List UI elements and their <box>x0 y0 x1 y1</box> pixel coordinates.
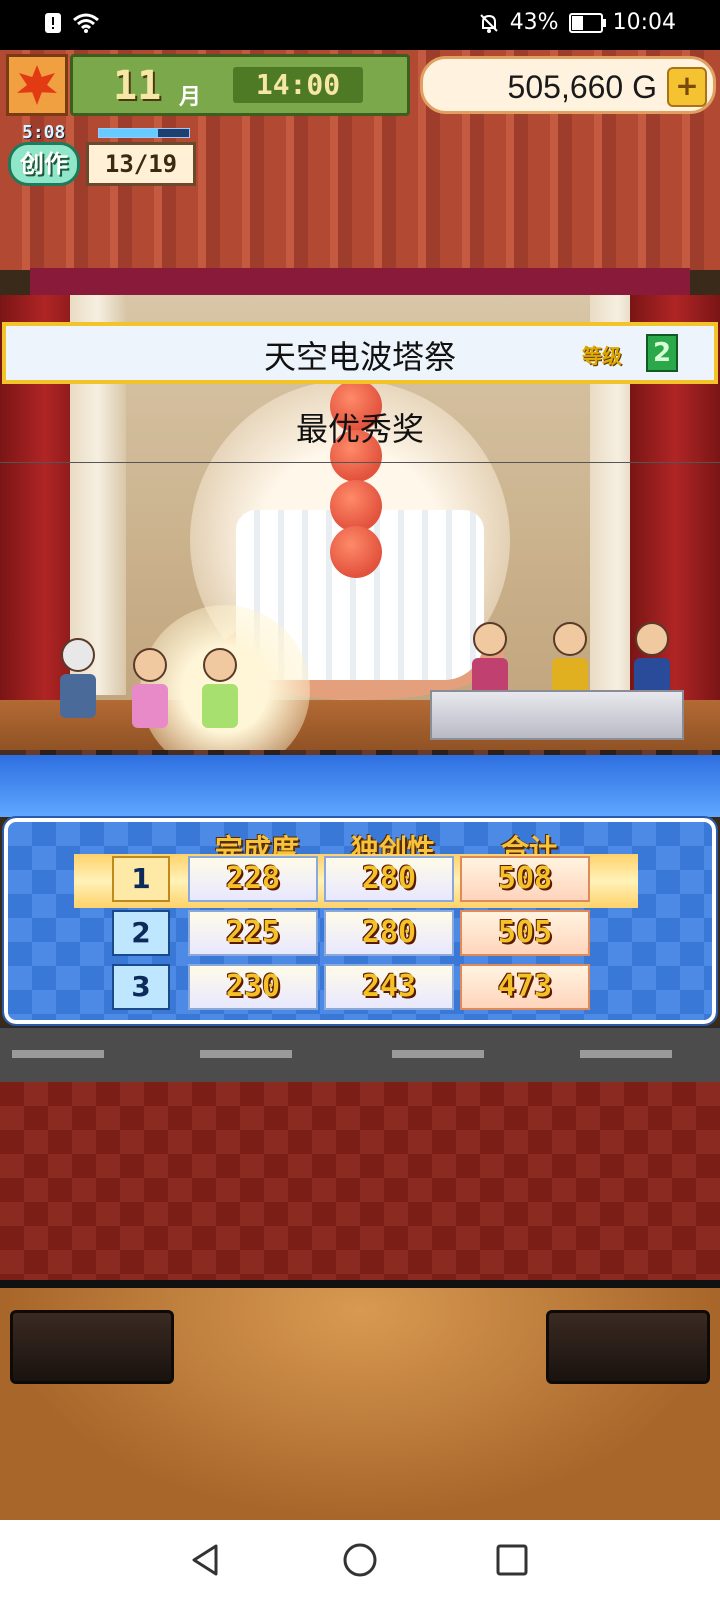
staff-character[interactable] <box>200 648 240 728</box>
judges-table <box>430 690 684 740</box>
strawberry <box>330 480 382 532</box>
chef-character[interactable] <box>58 638 98 718</box>
wifi-icon <box>73 13 99 33</box>
level-value: 2 <box>646 334 678 372</box>
red-carpet <box>0 1082 720 1280</box>
completion-cell: 225 <box>188 910 318 956</box>
game-clock: 14:00 <box>233 67 363 103</box>
status-bar: 43% 10:04 <box>0 0 720 50</box>
originality-cell: 243 <box>324 964 454 1010</box>
season-icon-box[interactable] <box>6 54 68 116</box>
month-label: 月 <box>179 85 202 110</box>
create-timer: 5:08 <box>22 122 66 143</box>
home-icon[interactable] <box>340 1540 380 1580</box>
score-panel: 完成度 独创性 合计 1 228 280 508 2 225 280 505 3… <box>2 816 718 1026</box>
divider <box>0 1280 720 1288</box>
completion-cell: 230 <box>188 964 318 1010</box>
battery-percent: 43% <box>509 10 559 35</box>
staff-character[interactable] <box>130 648 170 728</box>
right-speaker <box>546 1310 710 1384</box>
originality-cell: 280 <box>324 856 454 902</box>
rank-cell: 3 <box>112 964 170 1010</box>
level-label: 等级 <box>582 344 622 368</box>
battery-icon <box>568 12 606 33</box>
mute-bell-icon <box>479 13 498 33</box>
money-value: 505,660 G <box>507 69 657 105</box>
add-money-button[interactable]: + <box>667 67 707 107</box>
score-row: 1 228 280 508 <box>8 856 720 910</box>
create-progress-fill <box>99 129 158 137</box>
back-icon[interactable] <box>186 1540 226 1580</box>
navigation-bar <box>0 1520 720 1600</box>
date-panel: 11 月 14:00 <box>70 54 410 116</box>
rank-cell: 2 <box>112 910 170 956</box>
rank-cell: 1 <box>112 856 170 902</box>
road-dash <box>392 1050 484 1058</box>
road <box>0 1026 720 1084</box>
game-screen[interactable]: 11 月 14:00 505,660 G + 5:08 创作 13/19 天空电… <box>0 50 720 1520</box>
bottom-stage <box>0 1288 720 1520</box>
originality-cell: 280 <box>324 910 454 956</box>
maple-leaf-icon <box>17 65 57 105</box>
battery-fill <box>571 15 583 30</box>
total-cell: 508 <box>460 856 590 902</box>
strawberry <box>330 526 382 578</box>
create-label: 创作 <box>8 142 80 186</box>
total-cell: 505 <box>460 910 590 956</box>
create-count: 13/19 <box>86 142 196 186</box>
score-row: 3 230 243 473 <box>8 964 720 1018</box>
create-progress-bar <box>98 128 190 138</box>
alert-icon <box>45 13 61 33</box>
total-cell: 473 <box>460 964 590 1010</box>
money-panel: 505,660 G + <box>420 56 716 114</box>
road-dash <box>200 1050 292 1058</box>
event-banner: 天空电波塔祭 等级 2 <box>2 322 718 384</box>
clock-time: 10:04 <box>612 10 676 35</box>
left-speaker <box>10 1310 174 1384</box>
create-status[interactable]: 5:08 创作 13/19 <box>8 122 196 188</box>
month-number: 11 <box>113 63 162 109</box>
award-title: 最优秀奖 <box>295 410 424 448</box>
score-row: 2 225 280 505 <box>8 910 720 964</box>
recents-icon[interactable] <box>492 1540 532 1580</box>
road-dash <box>12 1050 104 1058</box>
road-dash <box>580 1050 672 1058</box>
completion-cell: 228 <box>188 856 318 902</box>
divider <box>0 462 720 463</box>
blue-band <box>0 755 720 817</box>
